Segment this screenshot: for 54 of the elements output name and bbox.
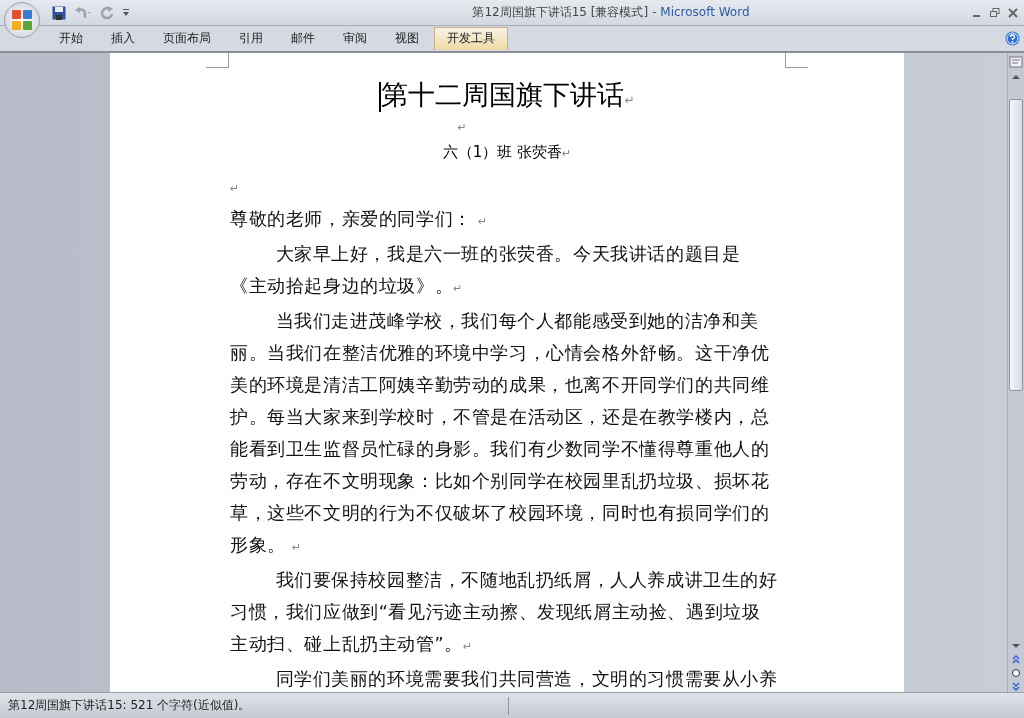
ribbon-tab[interactable]: 视图 xyxy=(382,27,432,50)
help-icon[interactable] xyxy=(1005,31,1020,46)
next-page-icon[interactable] xyxy=(1011,682,1021,692)
restore-icon[interactable] xyxy=(990,7,1000,18)
ribbon-tab[interactable]: 开始 xyxy=(46,27,96,50)
paragraph-mark: ↵ xyxy=(462,640,473,653)
paragraph-mark: ↵ xyxy=(562,147,572,160)
browse-object-icon[interactable] xyxy=(1011,668,1021,678)
close-icon[interactable] xyxy=(1008,7,1018,18)
document-text: 护。每当大家来到学校时，不管是在活动区，还是在教学楼内，总 xyxy=(230,407,770,427)
document-text: 第十二周国旗下讲话 xyxy=(381,79,625,110)
document-text: 草，这些不文明的行为不仅破坏了校园环境，同时也有损同学们的 xyxy=(230,503,770,523)
document-text: 当我们走进茂峰学校，我们每个人都能感受到她的洁净和美 xyxy=(275,311,760,331)
paragraph-mark: ↵ xyxy=(624,93,635,107)
ribbon-tab[interactable]: 审阅 xyxy=(330,27,380,50)
ribbon-tab[interactable]: 开发工具 xyxy=(434,27,508,50)
document-text: 大家早上好，我是六一班的张荧香。今天我讲话的题目是 xyxy=(275,244,741,264)
paragraph-mark: ↵ xyxy=(453,282,464,295)
paragraph-mark: ↵ xyxy=(291,541,302,554)
document-text: 尊敬的老师，亲爱的同学们： xyxy=(230,209,473,229)
document-text: 习惯，我们应做到“看见污迹主动擦、发现纸屑主动捡、遇到垃圾 xyxy=(230,602,761,622)
document-text: 主动扫、碰上乱扔主动管”。 xyxy=(230,634,463,654)
customize-icon[interactable] xyxy=(122,7,130,18)
status-text: 第12周国旗下讲话15: 521 个字符(近似值)。 xyxy=(7,697,252,714)
app-name: - Microsoft Word xyxy=(652,5,750,19)
document-text: 美的环境是清洁工阿姨辛勤劳动的成果，也离不开同学们的共同维 xyxy=(230,375,770,395)
ribbon-tab[interactable]: 页面布局 xyxy=(150,27,224,50)
office-logo-icon xyxy=(9,7,35,33)
document-text: 《主动拾起身边的垃圾》。 xyxy=(230,276,454,296)
document-text: 丽。当我们在整洁优雅的环境中学习，心情会格外舒畅。这干净优 xyxy=(230,343,770,363)
document-text: 六（1）班 张荧香 xyxy=(442,143,563,161)
paragraph-mark: ↵ xyxy=(457,121,467,134)
office-button[interactable] xyxy=(4,2,40,38)
document-title: 第12周国旗下讲话15 [兼容模式] xyxy=(472,5,649,19)
ribbon-tab[interactable]: 邮件 xyxy=(278,27,328,50)
document-text: 我们要保持校园整洁，不随地乱扔纸屑，人人养成讲卫生的好 xyxy=(275,570,778,590)
crop-mark xyxy=(206,53,229,68)
document-text: 能看到卫生监督员忙碌的身影。我们有少数同学不懂得尊重他人的 xyxy=(230,439,770,459)
vertical-scrollbar[interactable] xyxy=(1007,53,1024,692)
ribbon-tab[interactable]: 插入 xyxy=(98,27,148,50)
document-text: 劳动，存在不文明现象：比如个别同学在校园里乱扔垃圾、损坏花 xyxy=(230,471,770,491)
ribbon-tab[interactable]: 引用 xyxy=(226,27,276,50)
previous-page-icon[interactable] xyxy=(1011,654,1021,664)
scroll-thumb[interactable] xyxy=(1009,99,1023,391)
document-text: 形象。 xyxy=(230,535,287,555)
document-text: 同学们美丽的环境需要我们共同营造，文明的习惯需要从小养 xyxy=(275,669,778,689)
paragraph-mark: ↵ xyxy=(477,215,488,228)
scroll-up-icon[interactable] xyxy=(1011,73,1021,81)
paragraph-mark: ↵ xyxy=(230,182,240,195)
ruler-icon[interactable] xyxy=(1009,55,1023,69)
save-icon[interactable] xyxy=(52,5,66,20)
crop-mark xyxy=(785,53,808,68)
text-cursor xyxy=(379,81,382,112)
scroll-down-icon[interactable] xyxy=(1011,642,1021,650)
